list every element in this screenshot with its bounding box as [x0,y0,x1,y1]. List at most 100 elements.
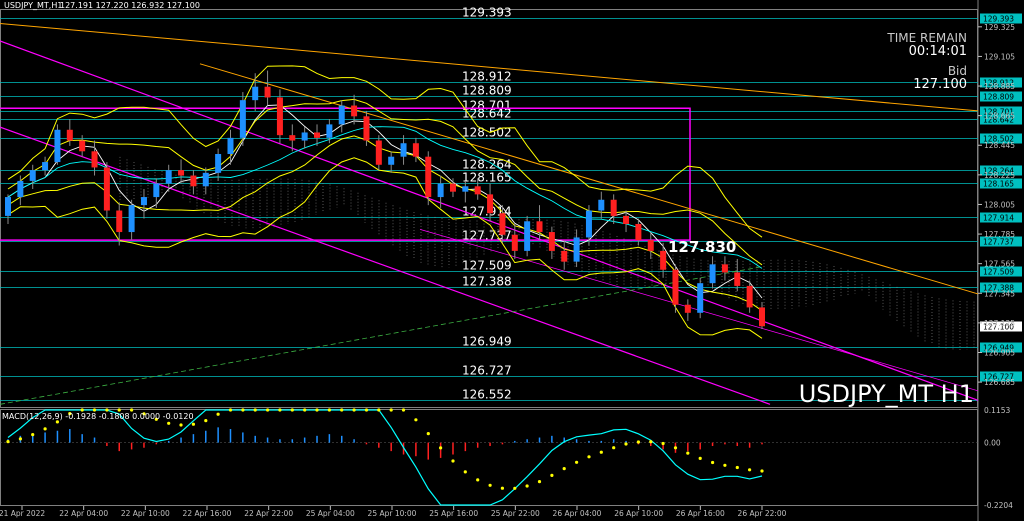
candle-body [660,250,667,270]
macd-signal-dot [401,408,406,412]
candle-body [252,86,259,101]
candle-body [54,129,61,163]
time-tick-label: 26 Apr 10:00 [614,509,663,518]
macd-signal-dot [340,408,344,412]
time-tick-label: 22 Apr 04:00 [59,509,108,518]
level-label: 126.727 [462,364,512,378]
macd-signal-dot [735,465,739,470]
candle-body [734,272,741,286]
candle-body [623,215,630,224]
price-tick-label: 128.445 [984,141,1015,150]
macd-signal-dot [476,478,480,482]
candle-body [635,223,642,241]
candle-body [585,210,592,238]
level-label: 128.264 [462,158,512,172]
time-tick-label: 21 Apr 2022 [0,509,45,518]
price-marker-label: 127.830 [668,238,736,256]
candle-body [709,264,716,284]
price-tick-label: 126.685 [984,378,1015,387]
macd-axis-label: -0.2204 [984,501,1013,510]
macd-signal-dot [612,446,616,450]
time-tick-label: 26 Apr 16:00 [676,509,725,518]
level-label: 128.165 [462,171,512,185]
macd-signal-dot [698,456,702,460]
macd-signal-dot [748,468,752,472]
time-tick-label: 25 Apr 22:00 [491,509,540,518]
price-tick-label: 127.785 [984,230,1015,239]
macd-signal-dot [167,421,171,425]
macd-signal-dot [723,463,727,467]
symbol-watermark: USDJPY_MT H1 [799,380,974,408]
candle-body [301,132,308,141]
candle-body [128,205,135,233]
macd-signal-dot [290,408,294,412]
candle-body [239,100,246,138]
candle-body [697,283,704,313]
candle-body [499,213,506,235]
candle-body [116,210,123,233]
macd-signal-dot [686,451,690,455]
candle-body [388,156,395,165]
time-tick-label: 26 Apr 22:00 [738,509,787,518]
candle-body [487,194,494,214]
time-tick-label: 25 Apr 16:00 [429,509,478,518]
macd-signal-dot [327,408,331,412]
candle-body [511,234,518,251]
candle-body [437,183,444,198]
candle-body [363,116,370,141]
macd-signal-dot [513,486,517,490]
candle-body [684,304,691,313]
level-price-box-label: 128.165 [983,180,1014,189]
macd-signal-dot [204,419,208,423]
time-tick-label: 25 Apr 10:00 [368,509,417,518]
level-label: 128.809 [462,84,512,98]
candle-body [548,232,555,251]
time-tick-label: 25 Apr 04:00 [306,509,355,518]
candle-body [721,264,728,273]
candle-body [561,250,568,262]
macd-signal-dot [711,460,715,465]
candle-body [79,140,86,152]
price-tick-label: 128.005 [984,200,1015,209]
level-label: 126.949 [462,335,512,349]
candle-body [215,153,222,173]
macd-signal-dot [253,408,257,412]
trading-chart[interactable]: 129.393 129.393128.912 128.912128.809 128.8… [0,0,1024,521]
macd-signal-dot [216,412,220,416]
candle-body [29,170,36,181]
symbol-label: USDJPY_MT,H1 [4,1,62,10]
price-tick-label: 128.885 [984,82,1015,91]
candle-body [91,151,98,168]
candle-body [338,105,345,125]
macd-signal-dot [389,408,393,412]
time-tick-label: 26 Apr 04:00 [553,509,602,518]
macd-signal-dot [439,446,443,450]
ohlc-label: 127.191 127.220 126.932 127.100 [60,1,200,10]
macd-signal-dot [624,442,628,446]
macd-signal-dot [377,408,381,412]
candle-body [202,172,209,187]
price-tick-label: 127.125 [984,319,1015,328]
macd-signal-dot [463,470,467,474]
macd-signal-dot [303,408,307,412]
candle-body [227,137,234,154]
macd-signal-dot [661,441,665,446]
macd-signal-dot [18,437,22,441]
price-tick-label: 128.225 [984,171,1015,180]
macd-signal-dot [43,427,47,431]
macd-signal-dot [525,484,529,488]
macd-axis-label: 0.1153 [984,406,1010,415]
time-tick-label: 22 Apr 10:00 [121,509,170,518]
bid-label: Bid [948,64,967,78]
bid-value: 127.100 [913,77,967,92]
candle-body [190,175,197,187]
time-tick-label: 22 Apr 16:00 [183,509,232,518]
time-remain-label: TIME REMAIN [886,31,967,45]
candle-body [153,183,160,198]
candle-body [178,170,185,176]
candle-body [449,183,456,192]
level-price-box-label: 127.914 [983,214,1014,223]
candle-body [17,180,24,198]
macd-signal-dot [649,440,653,444]
macd-signal-dot [451,459,455,463]
